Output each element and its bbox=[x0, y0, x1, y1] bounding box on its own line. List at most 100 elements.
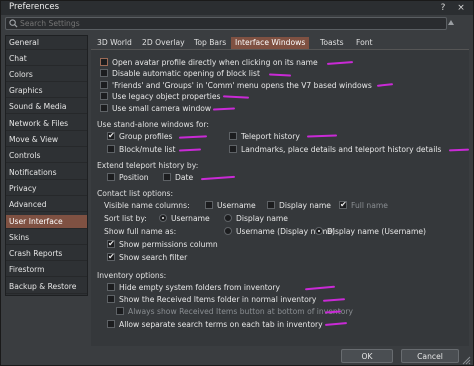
scroll-up-icon[interactable] bbox=[447, 17, 455, 31]
small-camera-label: Use small camera window bbox=[112, 104, 212, 113]
user-display-radio[interactable] bbox=[224, 227, 232, 235]
always-show-received-label: Always show Received Items button at bot… bbox=[128, 307, 353, 316]
main-panel: 3D World 2D Overlay Top Bars Interface W… bbox=[91, 35, 470, 346]
window-title: Preferences bbox=[9, 2, 59, 12]
sidebar-item-user-interface[interactable]: User Interface bbox=[6, 215, 87, 229]
search-input[interactable] bbox=[20, 18, 440, 29]
legacy-props-label: Use legacy object properties bbox=[112, 92, 221, 101]
extend-heading: Extend teleport history by: bbox=[97, 161, 199, 170]
annotation-stroke bbox=[178, 135, 208, 139]
contact-heading: Contact list options: bbox=[97, 189, 174, 198]
open-avatar-profile-label: Open avatar profile directly when clicki… bbox=[112, 58, 318, 67]
tab-2d-overlay[interactable]: 2D Overlay bbox=[138, 37, 189, 49]
annotation-stroke bbox=[268, 73, 292, 77]
visible-cols-label: Visible name columns: bbox=[104, 201, 190, 210]
show-received-checkbox[interactable] bbox=[107, 295, 115, 303]
annotation-stroke bbox=[212, 107, 236, 111]
legacy-props-checkbox[interactable] bbox=[100, 92, 108, 100]
annotation-stroke bbox=[200, 175, 236, 181]
friends-groups-checkbox[interactable] bbox=[100, 81, 108, 89]
disable-block-list-label: Disable automatic opening of block list bbox=[112, 69, 260, 78]
tab-font[interactable]: Font bbox=[352, 37, 377, 49]
sidebar-item-graphics[interactable]: Graphics bbox=[6, 84, 87, 98]
show-received-label: Show the Received Items folder in normal… bbox=[119, 295, 317, 304]
inventory-heading: Inventory options: bbox=[97, 271, 167, 280]
sidebar-item-notifications[interactable]: Notifications bbox=[6, 166, 87, 180]
sort-display-label: Display name bbox=[236, 214, 288, 223]
group-profiles-label: Group profiles bbox=[119, 132, 173, 141]
position-label: Position bbox=[119, 173, 149, 182]
show-perm-checkbox[interactable] bbox=[107, 238, 115, 249]
col-username-checkbox[interactable] bbox=[205, 201, 213, 209]
sort-username-radio[interactable] bbox=[159, 214, 167, 222]
tab-toasts[interactable]: Toasts bbox=[316, 37, 348, 49]
tab-bar: 3D World 2D Overlay Top Bars Interface W… bbox=[91, 35, 469, 49]
sidebar-item-crash-reports[interactable]: Crash Reports bbox=[6, 247, 87, 261]
open-avatar-profile-checkbox[interactable] bbox=[100, 58, 108, 66]
tab-interface-windows[interactable]: Interface Windows bbox=[231, 37, 310, 49]
sidebar-item-backup-restore[interactable]: Backup & Restore bbox=[6, 280, 87, 294]
date-checkbox[interactable] bbox=[163, 173, 171, 181]
hide-empty-checkbox[interactable] bbox=[107, 283, 115, 291]
hide-empty-label: Hide empty system folders from inventory bbox=[119, 283, 281, 292]
annotation-stroke bbox=[322, 298, 346, 302]
annotation-stroke bbox=[178, 148, 202, 152]
ok-button[interactable]: OK bbox=[341, 349, 393, 363]
sort-username-label: Username bbox=[171, 214, 210, 223]
col-username-label: Username bbox=[217, 201, 256, 210]
col-display-label: Display name bbox=[279, 201, 331, 210]
annotation-stroke bbox=[448, 148, 470, 152]
position-checkbox[interactable] bbox=[107, 173, 115, 181]
sidebar-item-network-files[interactable]: Network & Files bbox=[6, 117, 87, 131]
always-show-received-checkbox[interactable] bbox=[116, 307, 124, 315]
sidebar-item-chat[interactable]: Chat bbox=[6, 52, 87, 66]
landmarks-checkbox[interactable] bbox=[229, 145, 237, 153]
annotation-stroke bbox=[324, 322, 348, 326]
group-profiles-checkbox[interactable] bbox=[107, 130, 115, 141]
separate-search-label: Allow separate search terms on each tab … bbox=[119, 320, 323, 329]
date-label: Date bbox=[175, 173, 194, 182]
close-button[interactable]: × bbox=[455, 2, 467, 14]
tab-top-bars[interactable]: Top Bars bbox=[190, 37, 230, 49]
sidebar-item-controls[interactable]: Controls bbox=[6, 149, 87, 163]
sidebar-item-general[interactable]: General bbox=[6, 36, 87, 50]
sidebar-item-firestorm[interactable]: Firestorm bbox=[6, 263, 87, 277]
standalone-heading: Use stand-alone windows for: bbox=[97, 120, 209, 129]
display-user-radio[interactable] bbox=[315, 227, 323, 235]
show-perm-label: Show permissions column bbox=[119, 240, 218, 249]
show-search-checkbox[interactable] bbox=[107, 251, 115, 262]
show-search-label: Show search filter bbox=[119, 253, 188, 262]
disable-block-list-checkbox[interactable] bbox=[100, 69, 108, 77]
col-fullname-label: Full name bbox=[351, 201, 388, 210]
sort-by-label: Sort list by: bbox=[104, 214, 147, 223]
tab-3d-world[interactable]: 3D World bbox=[93, 37, 136, 49]
help-button[interactable]: ? bbox=[437, 2, 449, 14]
display-user-label: Display name (Username) bbox=[327, 227, 426, 236]
teleport-history-checkbox[interactable] bbox=[229, 132, 237, 140]
teleport-history-label: Teleport history bbox=[241, 132, 300, 141]
show-full-as-label: Show full name as: bbox=[104, 227, 177, 236]
col-display-checkbox[interactable] bbox=[267, 201, 275, 209]
block-mute-label: Block/mute list bbox=[119, 145, 176, 154]
resize-grip-icon[interactable] bbox=[461, 355, 471, 365]
sidebar-item-move-view[interactable]: Move & View bbox=[6, 133, 87, 147]
title-bar[interactable]: Preferences ? × bbox=[1, 1, 473, 15]
annotation-stroke bbox=[304, 285, 336, 291]
search-icon bbox=[9, 19, 18, 28]
annotation-stroke bbox=[222, 95, 250, 99]
sort-display-radio[interactable] bbox=[224, 214, 232, 222]
separate-search-checkbox[interactable] bbox=[107, 320, 115, 328]
sidebar-item-skins[interactable]: Skins bbox=[6, 231, 87, 245]
block-mute-checkbox[interactable] bbox=[107, 145, 115, 153]
sidebar-item-privacy[interactable]: Privacy bbox=[6, 182, 87, 196]
preferences-window: Preferences ? × General Chat Colors Grap… bbox=[0, 0, 474, 366]
annotation-stroke bbox=[376, 83, 394, 87]
col-fullname-checkbox[interactable] bbox=[339, 199, 347, 210]
sidebar: General Chat Colors Graphics Sound & Med… bbox=[5, 35, 88, 296]
sidebar-item-advanced[interactable]: Advanced bbox=[6, 198, 87, 212]
sidebar-item-colors[interactable]: Colors bbox=[6, 68, 87, 82]
sidebar-item-sound-media[interactable]: Sound & Media bbox=[6, 100, 87, 114]
search-box[interactable] bbox=[5, 17, 447, 30]
cancel-button[interactable]: Cancel bbox=[401, 349, 459, 363]
small-camera-checkbox[interactable] bbox=[100, 104, 108, 112]
